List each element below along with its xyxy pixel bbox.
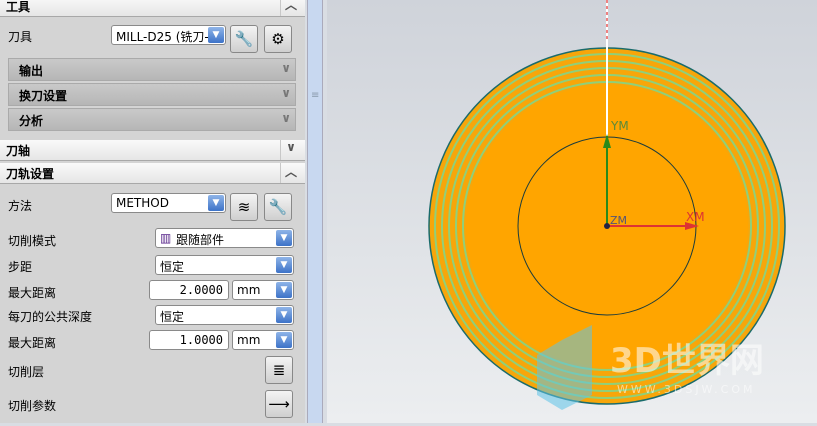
expand-icon[interactable]: ∨ [280, 140, 301, 160]
scroll-grip-icon: ≡ [311, 90, 320, 101]
max-distance-label: 最大距离 [8, 286, 57, 300]
output-subsection[interactable]: 输出 ∨ [8, 58, 296, 81]
stepover-value: 恒定 [160, 260, 185, 274]
depth-select[interactable]: 恒定 ▼ [155, 305, 294, 325]
edit-tool-button[interactable]: ⚙ [264, 25, 292, 53]
cut-mode-value: 跟随部件 [176, 233, 225, 247]
analysis-subsection[interactable]: 分析 ∨ [8, 108, 296, 131]
unit-select[interactable]: mm ▼ [232, 280, 294, 300]
y-axis-label: YM [610, 119, 629, 133]
section-title: 刀轴 [6, 144, 31, 158]
z-axis-label: ZM [610, 214, 627, 227]
operation-panel: 工具 ︿ 刀具 MILL-D25 (铣刀- ▼ 🔧 ⚙ 输出 ∨ 换刀设置 ∨ 分析 ∨ … [0, 0, 305, 423]
sub-title: 输出 [19, 64, 44, 78]
path-section-header[interactable]: 刀轨设置 ︿ [0, 163, 305, 184]
chevron-down-icon: ∨ [281, 111, 291, 125]
max-distance-input[interactable]: 2.0000 [149, 280, 229, 300]
cut-mode-select[interactable]: ▥ 跟随部件 ▼ [155, 228, 294, 248]
cut-params-label: 切削参数 [8, 399, 57, 413]
depth-value: 恒定 [160, 310, 185, 324]
part-view: YM XM ZM 3D世界网 WWW.3DSJW.COM [428, 0, 786, 410]
chevron-down-icon: ∨ [281, 61, 291, 75]
sub-title: 分析 [19, 114, 44, 128]
watermark-text: 3D世界网 [610, 341, 764, 381]
max-distance2-label: 最大距离 [8, 336, 57, 350]
method-select[interactable]: METHOD ▼ [111, 193, 226, 213]
method-label: 方法 [8, 199, 33, 213]
tool-select[interactable]: MILL-D25 (铣刀- ▼ [111, 25, 226, 45]
cut-levels-label: 切削层 [8, 365, 45, 379]
dropdown-icon[interactable]: ▼ [276, 230, 292, 246]
new-method-button[interactable]: ≋ [230, 193, 258, 221]
watermark-url: WWW.3DSJW.COM [617, 383, 756, 396]
dropdown-icon[interactable]: ▼ [208, 27, 224, 43]
tool-change-subsection[interactable]: 换刀设置 ∨ [8, 83, 296, 106]
x-axis-label: XM [686, 210, 705, 224]
sub-title: 换刀设置 [19, 89, 68, 103]
cut-mode-label: 切削模式 [8, 234, 57, 248]
edit-method-button[interactable]: 🔧 [264, 193, 292, 221]
chevron-down-icon: ∨ [281, 86, 291, 100]
section-title: 工具 [6, 0, 31, 14]
tool-label: 刀具 [8, 30, 33, 44]
unit2-select[interactable]: mm ▼ [232, 330, 294, 350]
follow-part-icon: ▥ [160, 231, 172, 245]
new-tool-button[interactable]: 🔧 [230, 25, 258, 53]
cut-params-button[interactable]: ⟶ [265, 390, 293, 418]
graphics-viewport[interactable]: YM XM ZM 3D世界网 WWW.3DSJW.COM [327, 0, 817, 423]
dropdown-icon[interactable]: ▼ [208, 195, 224, 211]
axis-section-header[interactable]: 刀轴 ∨ [0, 140, 305, 161]
dropdown-icon[interactable]: ▼ [276, 282, 292, 298]
panel-scrollbar[interactable]: ≡ [307, 0, 323, 423]
stepover-label: 步距 [8, 260, 33, 274]
depth-label: 每刀的公共深度 [8, 310, 93, 324]
dropdown-icon[interactable]: ▼ [276, 257, 292, 273]
stepover-select[interactable]: 恒定 ▼ [155, 255, 294, 275]
dropdown-icon[interactable]: ▼ [276, 307, 292, 323]
collapse-icon[interactable]: ︿ [280, 163, 301, 183]
max-distance2-input[interactable]: 1.0000 [149, 330, 229, 350]
unit-value: mm [237, 283, 261, 297]
tool-section-header[interactable]: 工具 ︿ [0, 0, 305, 17]
collapse-icon[interactable]: ︿ [280, 0, 301, 16]
tool-value: MILL-D25 (铣刀- [116, 30, 209, 44]
cut-levels-button[interactable]: ≣ [265, 356, 293, 384]
section-title: 刀轨设置 [6, 167, 55, 181]
method-value: METHOD [116, 196, 169, 210]
unit-value: mm [237, 333, 261, 347]
dropdown-icon[interactable]: ▼ [276, 332, 292, 348]
